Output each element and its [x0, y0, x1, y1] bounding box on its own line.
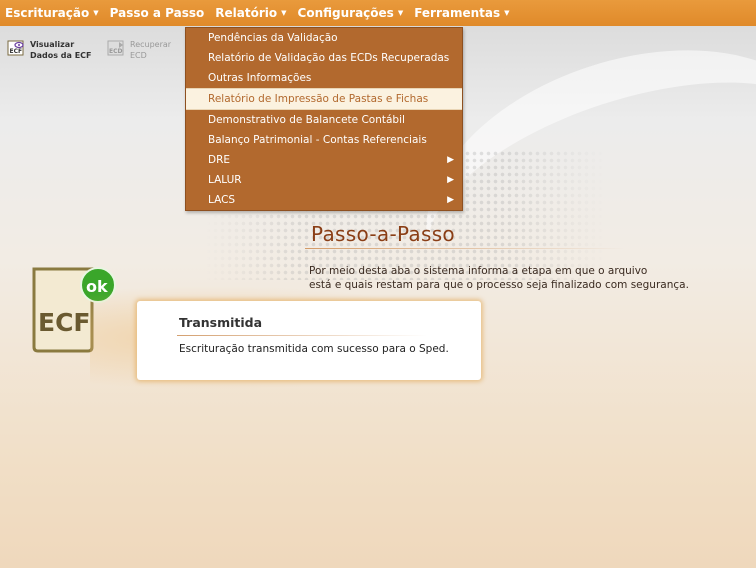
- menu-item-label: Pendências da Validação: [208, 32, 338, 44]
- menu-item-label: DRE: [208, 154, 231, 166]
- menu-item-pendencias-validacao[interactable]: Pendências da Validação: [186, 28, 462, 48]
- caret-down-icon: ▼: [93, 9, 99, 17]
- svg-text:ECD: ECD: [109, 48, 123, 55]
- caret-down-icon: ▼: [397, 9, 404, 17]
- menu-item-dre[interactable]: DRE ▶: [186, 150, 462, 170]
- menu-relatorio-label: Relatório: [215, 6, 278, 20]
- menu-relatorio[interactable]: Relatório ▼: [215, 6, 286, 20]
- submenu-arrow-icon: ▶: [447, 195, 454, 205]
- menu-item-outras-informacoes[interactable]: Outras Informações: [186, 68, 462, 88]
- ecd-recover-icon: ECD: [107, 40, 124, 56]
- step-title-divider: [305, 248, 625, 249]
- menu-configuracoes-label: Configurações: [297, 6, 394, 20]
- menu-escrituracao-label: Escrituração: [5, 6, 90, 20]
- badge-ecf-text: ECF: [38, 308, 91, 337]
- menu-ferramentas[interactable]: Ferramentas ▼: [414, 6, 509, 20]
- menu-item-label: Demonstrativo de Balancete Contábil: [208, 114, 405, 126]
- menu-escrituracao[interactable]: Escrituração ▼: [5, 6, 99, 20]
- recover-ecd-button[interactable]: ECD Recuperar ECD: [107, 39, 171, 61]
- step-description-line1: Por meio desta aba o sistema informa a e…: [309, 265, 648, 277]
- status-card-title: Transmitida: [179, 315, 263, 330]
- recover-ecd-label-line1: Recuperar: [130, 40, 172, 49]
- caret-down-icon: ▼: [504, 9, 510, 17]
- menu-item-label: Relatório de Impressão de Pastas e Ficha…: [208, 93, 429, 105]
- svg-text:ECF: ECF: [10, 48, 23, 55]
- menu-item-label: LALUR: [208, 174, 242, 186]
- caret-down-icon: ▼: [281, 9, 287, 17]
- menu-item-lalur[interactable]: LALUR ▶: [186, 170, 462, 190]
- menu-item-label: Balanço Patrimonial - Contas Referenciai…: [208, 134, 427, 146]
- menu-item-relatorio-validacao-ecds[interactable]: Relatório de Validação das ECDs Recupera…: [186, 48, 462, 68]
- status-card: Transmitida Escrituração transmitida com…: [137, 301, 481, 380]
- menu-bar: Escrituração ▼ Passo a Passo Relatório ▼…: [0, 0, 756, 26]
- relatorio-dropdown-menu: Pendências da Validação Relatório de Val…: [185, 27, 463, 211]
- menu-passo-a-passo[interactable]: Passo a Passo: [110, 6, 205, 20]
- menu-ferramentas-label: Ferramentas: [414, 6, 501, 20]
- status-card-divider: [177, 335, 427, 336]
- menu-item-balanco-patrimonial[interactable]: Balanço Patrimonial - Contas Referenciai…: [186, 130, 462, 150]
- menu-item-relatorio-impressao-pastas[interactable]: Relatório de Impressão de Pastas e Ficha…: [186, 88, 462, 110]
- submenu-arrow-icon: ▶: [447, 175, 454, 185]
- view-ecf-label-line2: Dados da ECF: [30, 51, 92, 60]
- menu-configuracoes[interactable]: Configurações ▼: [298, 6, 404, 20]
- step-title: Passo-a-Passo: [311, 222, 455, 246]
- recover-ecd-label-line2: ECD: [130, 51, 147, 60]
- status-card-message: Escrituração transmitida com sucesso par…: [179, 343, 449, 355]
- ecf-document-icon: ECF: [7, 40, 24, 56]
- view-ecf-data-button[interactable]: ECF Visualizar Dados da ECF: [7, 39, 92, 61]
- menu-item-label: Outras Informações: [208, 72, 312, 84]
- menu-item-label: Relatório de Validação das ECDs Recupera…: [208, 52, 450, 64]
- submenu-arrow-icon: ▶: [447, 155, 454, 165]
- view-ecf-label-line1: Visualizar: [30, 40, 75, 49]
- menu-passo-a-passo-label: Passo a Passo: [109, 6, 205, 20]
- menu-item-lacs[interactable]: LACS ▶: [186, 190, 462, 210]
- menu-item-label: LACS: [208, 194, 236, 206]
- menu-item-demonstrativo-balancete[interactable]: Demonstrativo de Balancete Contábil: [186, 110, 462, 130]
